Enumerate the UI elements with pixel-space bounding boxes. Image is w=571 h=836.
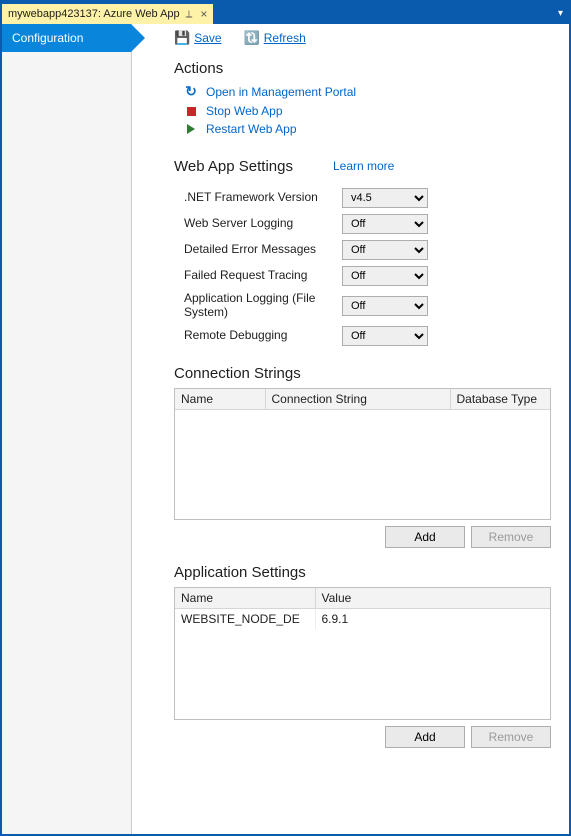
settings-label: Remote Debugging	[184, 329, 342, 343]
azure-web-app-panel: mywebapp423137: Azure Web App ⟂ × ▾ Conf…	[0, 0, 571, 836]
action-stop-web-app[interactable]: Stop Web App	[184, 102, 551, 120]
action-restart-web-app[interactable]: Restart Web App	[184, 120, 551, 138]
action-stop-label: Stop Web App	[206, 104, 283, 118]
sidebar-item-configuration[interactable]: Configuration	[2, 24, 131, 52]
connstrings-add-button[interactable]: Add	[385, 526, 465, 548]
settings-row: Remote DebuggingOff	[184, 323, 551, 349]
col-header-name[interactable]: Name	[175, 389, 265, 410]
sidebar: Configuration	[2, 24, 132, 834]
col-header-appvalue[interactable]: Value	[315, 588, 550, 609]
toolbar: 💾 Save 🔃 Refresh	[174, 30, 551, 46]
settings-dropdown[interactable]: Off	[342, 266, 428, 286]
settings-dropdown[interactable]: Off	[342, 214, 428, 234]
learn-more-link[interactable]: Learn more	[333, 159, 394, 173]
refresh-label: Refresh	[264, 31, 306, 45]
appsettings-add-button[interactable]: Add	[385, 726, 465, 748]
settings-row: Application Logging (File System)Off	[184, 289, 551, 323]
settings-row: Web Server LoggingOff	[184, 211, 551, 237]
document-tab[interactable]: mywebapp423137: Azure Web App ⟂ ×	[2, 4, 213, 24]
settings-dropdown[interactable]: Off	[342, 296, 428, 316]
table-row[interactable]: WEBSITE_NODE_DE6.9.1	[175, 609, 550, 630]
connstrings-remove-button: Remove	[471, 526, 551, 548]
application-settings-table-wrap: Name Value WEBSITE_NODE_DE6.9.1	[174, 587, 551, 720]
cell-name: WEBSITE_NODE_DE	[175, 609, 315, 630]
action-restart-label: Restart Web App	[206, 122, 297, 136]
play-icon	[184, 124, 198, 134]
connection-strings-table-wrap: Name Connection String Database Type	[174, 388, 551, 521]
connection-strings-table: Name Connection String Database Type	[175, 389, 550, 520]
empty-area	[175, 409, 550, 519]
col-header-appname[interactable]: Name	[175, 588, 315, 609]
settings-row: Failed Request TracingOff	[184, 263, 551, 289]
sidebar-item-label: Configuration	[12, 31, 83, 45]
open-portal-icon: ↻	[184, 83, 198, 100]
action-open-portal-label: Open in Management Portal	[206, 85, 356, 99]
settings-row: .NET Framework Versionv4.5	[184, 185, 551, 211]
refresh-button[interactable]: 🔃 Refresh	[244, 30, 306, 46]
settings-label: Detailed Error Messages	[184, 243, 342, 257]
application-settings-heading: Application Settings	[174, 564, 551, 581]
settings-grid: .NET Framework Versionv4.5Web Server Log…	[184, 185, 551, 349]
col-header-conn[interactable]: Connection String	[265, 389, 450, 410]
settings-label: Web Server Logging	[184, 217, 342, 231]
settings-label: Failed Request Tracing	[184, 269, 342, 283]
tab-title: mywebapp423137: Azure Web App	[8, 8, 180, 20]
settings-dropdown[interactable]: Off	[342, 240, 428, 260]
stop-icon	[184, 107, 198, 116]
settings-label: .NET Framework Version	[184, 191, 342, 205]
main-content: 💾 Save 🔃 Refresh Actions ↻ Open in Manag…	[132, 24, 569, 834]
connection-strings-heading: Connection Strings	[174, 365, 551, 382]
settings-dropdown[interactable]: v4.5	[342, 188, 428, 208]
settings-dropdown[interactable]: Off	[342, 326, 428, 346]
action-open-portal[interactable]: ↻ Open in Management Portal	[184, 81, 551, 102]
cell-value: 6.9.1	[315, 609, 550, 630]
application-settings-table: Name Value WEBSITE_NODE_DE6.9.1	[175, 588, 550, 719]
web-app-settings-heading: Web App Settings	[174, 158, 293, 175]
save-icon: 💾	[174, 30, 190, 46]
tab-strip: mywebapp423137: Azure Web App ⟂ × ▾	[2, 2, 569, 24]
pin-icon[interactable]: ⟂	[186, 9, 193, 20]
tab-overflow-dropdown-icon[interactable]: ▾	[552, 8, 569, 19]
settings-row: Detailed Error MessagesOff	[184, 237, 551, 263]
settings-label: Application Logging (File System)	[184, 292, 342, 320]
empty-area	[175, 629, 550, 719]
save-button[interactable]: 💾 Save	[174, 30, 222, 46]
col-header-dbtype[interactable]: Database Type	[450, 389, 550, 410]
appsettings-remove-button: Remove	[471, 726, 551, 748]
refresh-icon: 🔃	[244, 30, 260, 46]
actions-list: ↻ Open in Management Portal Stop Web App…	[184, 81, 551, 138]
actions-heading: Actions	[174, 60, 551, 77]
save-label: Save	[194, 31, 221, 45]
close-icon[interactable]: ×	[200, 7, 207, 21]
